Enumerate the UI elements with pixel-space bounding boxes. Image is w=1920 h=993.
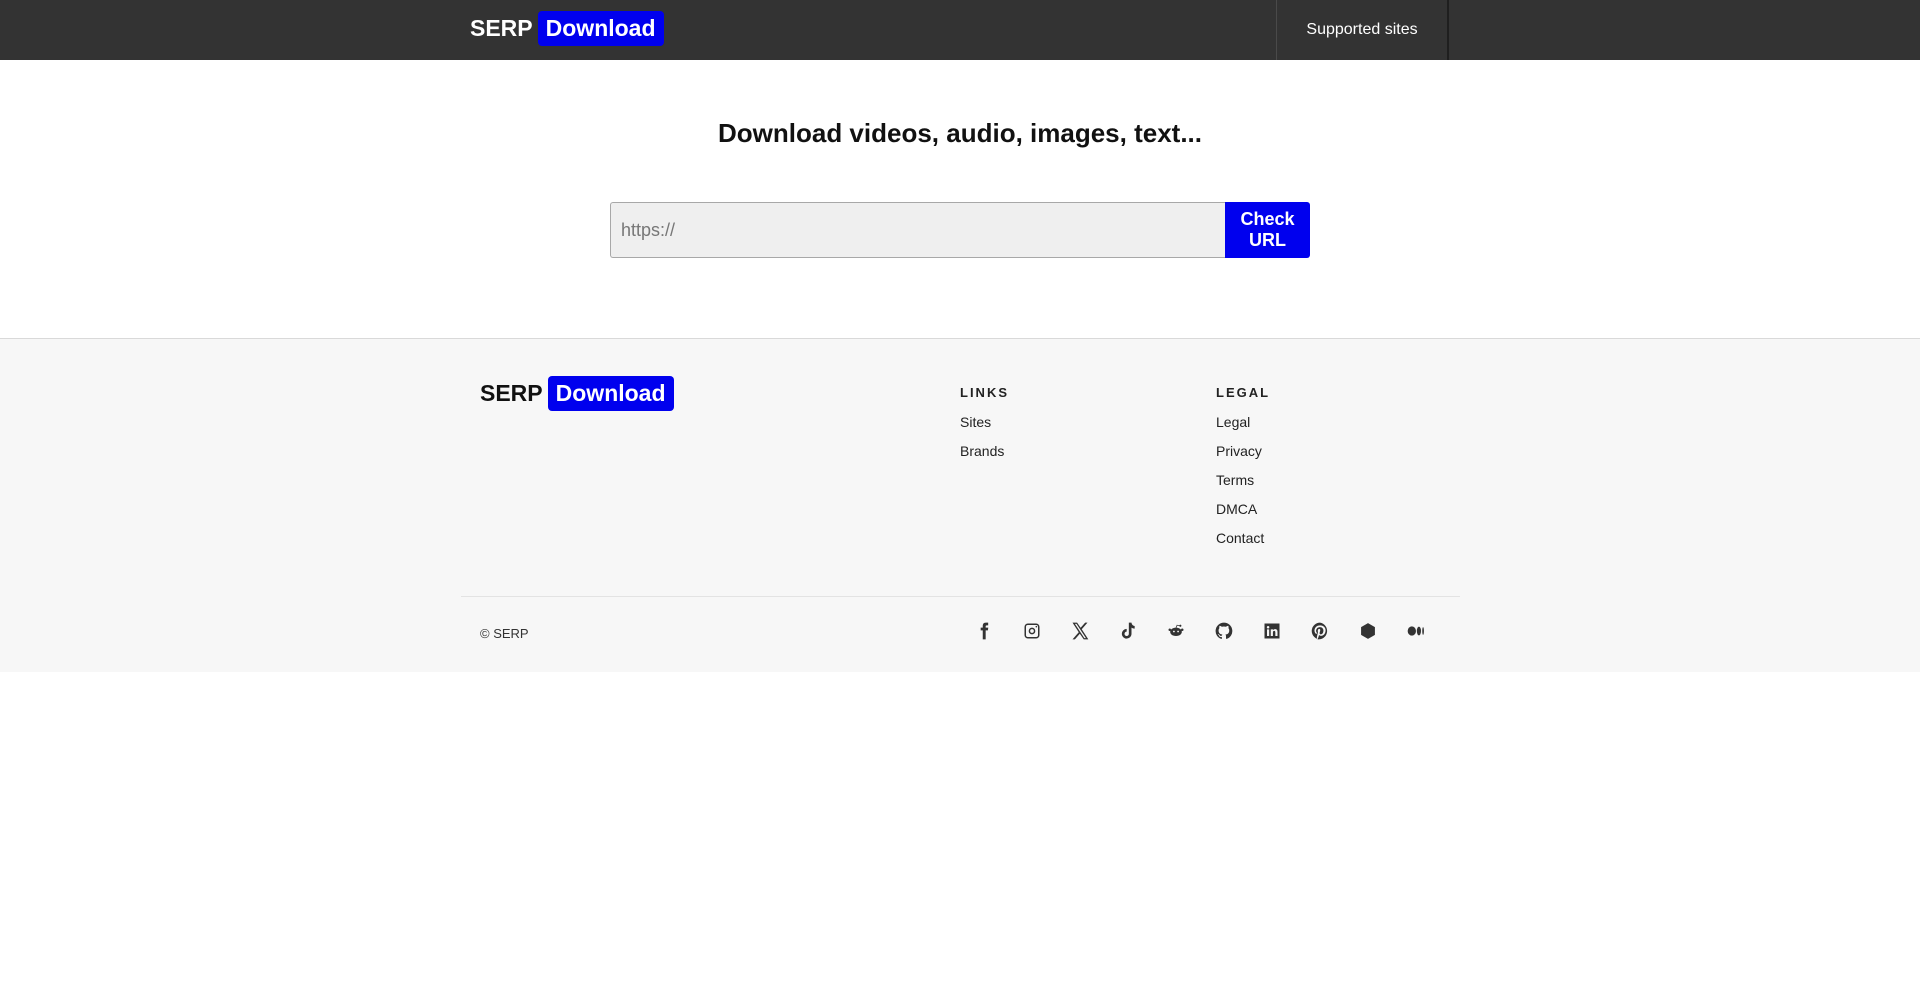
footer-brand-text: SERP — [480, 380, 543, 406]
brand-badge: Download — [537, 11, 664, 46]
footer-link-terms[interactable]: Terms — [1216, 472, 1254, 488]
social-links — [960, 619, 1440, 643]
footer-link-brands[interactable]: Brands — [960, 443, 1004, 459]
footer-link-legal[interactable]: Legal — [1216, 414, 1250, 430]
top-navbar: SERP Download Supported sites — [0, 0, 1920, 60]
medium-icon[interactable] — [1392, 619, 1440, 643]
facebook-icon[interactable] — [960, 619, 1008, 643]
copyright: © SERP — [480, 626, 529, 641]
github-icon[interactable] — [1200, 619, 1248, 643]
brand-text: SERP — [470, 15, 533, 41]
page-title: Download videos, audio, images, text... — [718, 118, 1202, 148]
hexagon-icon[interactable] — [1344, 619, 1392, 643]
reddit-icon[interactable] — [1152, 619, 1200, 643]
links-heading: LINKS — [960, 385, 1009, 400]
footer-link-contact[interactable]: Contact — [1216, 530, 1264, 546]
legal-heading: LEGAL — [1216, 385, 1271, 400]
linkedin-icon[interactable] — [1248, 619, 1296, 643]
footer-link-dmca[interactable]: DMCA — [1216, 501, 1257, 517]
x-icon[interactable] — [1056, 619, 1104, 643]
url-form: Check URL — [610, 202, 1310, 258]
footer-link-sites[interactable]: Sites — [960, 414, 991, 430]
footer-link-privacy[interactable]: Privacy — [1216, 443, 1262, 459]
footer-divider — [461, 596, 1460, 597]
url-input[interactable] — [610, 202, 1225, 258]
footer-brand-badge: Download — [547, 376, 674, 411]
tiktok-icon[interactable] — [1104, 619, 1152, 643]
footer-brand-logo[interactable]: SERP Download — [480, 376, 674, 411]
supported-sites-link[interactable]: Supported sites — [1276, 0, 1449, 60]
pinterest-icon[interactable] — [1296, 619, 1344, 643]
check-url-button[interactable]: Check URL — [1225, 202, 1310, 258]
legal-column: LEGAL Legal Privacy Terms DMCA Contact — [1216, 385, 1270, 559]
footer: SERP Download LINKS Sites Brands LEGAL L… — [0, 338, 1920, 672]
links-column: LINKS Sites Brands — [960, 385, 1009, 472]
brand-logo[interactable]: SERP Download — [470, 11, 664, 46]
instagram-icon[interactable] — [1008, 619, 1056, 643]
